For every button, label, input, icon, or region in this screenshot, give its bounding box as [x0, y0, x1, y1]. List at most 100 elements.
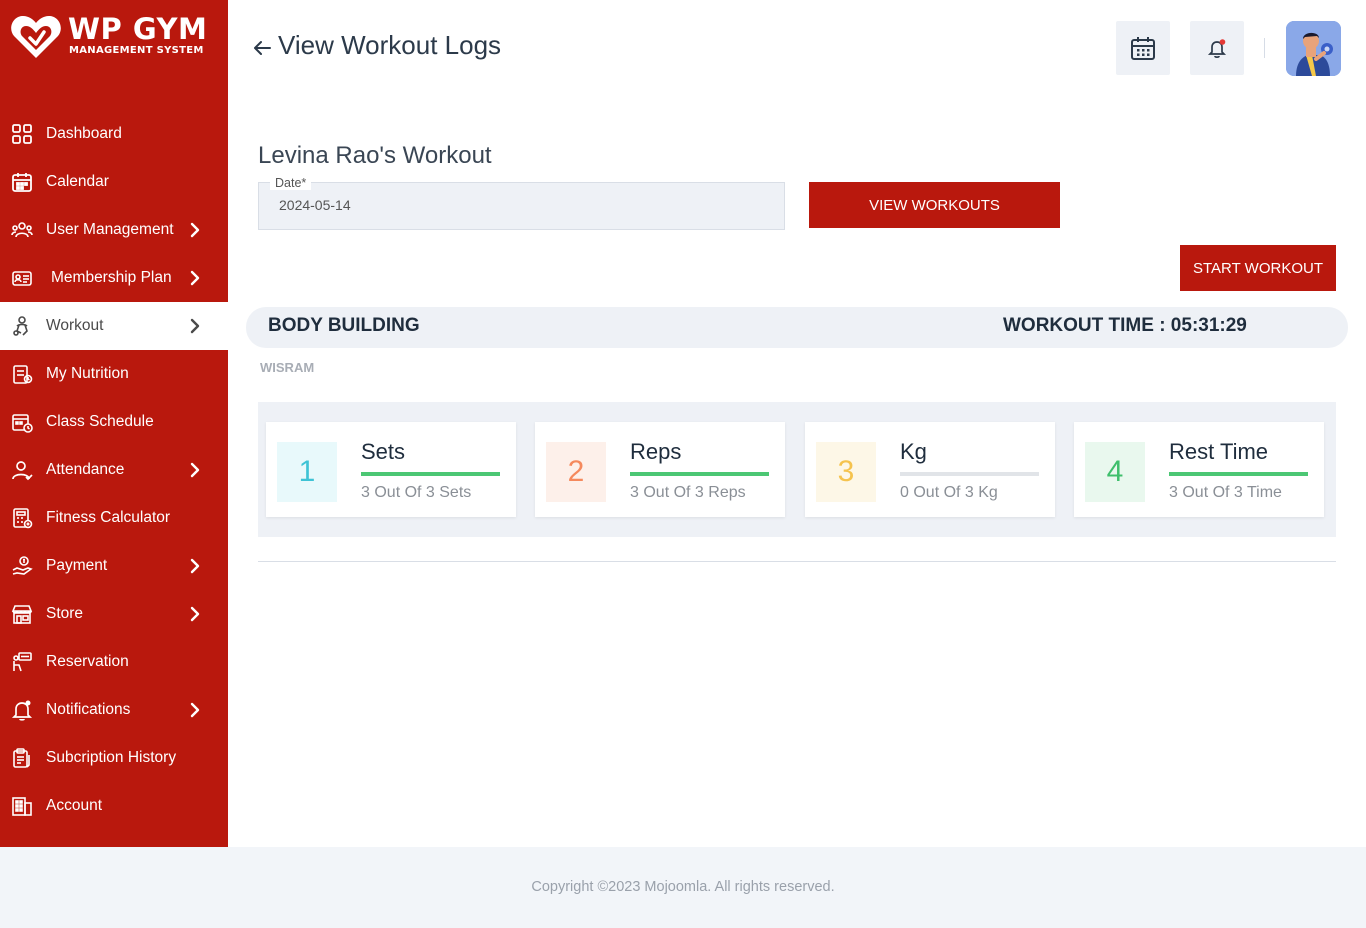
sidebar-item-label: Calendar — [46, 173, 109, 190]
class-schedule-icon — [12, 414, 33, 433]
start-workout-button[interactable]: START WORKOUT — [1180, 245, 1336, 291]
sidebar-item-workout[interactable]: Workout — [0, 302, 228, 350]
store-icon — [11, 605, 33, 624]
stat-title: Rest Time — [1169, 439, 1269, 464]
sidebar-item-label: Notifications — [46, 701, 131, 718]
users-gear-icon — [11, 222, 33, 238]
stat-value: 0 Out Of 3 Kg — [900, 484, 998, 501]
sidebar-item-label: Attendance — [46, 461, 125, 478]
chevron-right-icon — [190, 606, 200, 622]
stat-value: 3 Out Of 3 Time — [1169, 484, 1282, 501]
sidebar-item-account[interactable]: Account — [0, 782, 228, 830]
brand-logo[interactable]: WP GYM MANAGEMENT SYSTEM — [10, 12, 220, 64]
workout-icon — [13, 316, 28, 336]
sidebar-item-payment[interactable]: Payment — [0, 542, 228, 590]
membership-card-icon — [12, 271, 32, 286]
sidebar-item-dashboard[interactable]: Dashboard — [0, 110, 228, 158]
exercise-label: WISRAM — [260, 360, 315, 375]
copyright-text: Copyright ©2023 Mojoomla. All rights res… — [531, 879, 835, 895]
stat-progress-fill — [1169, 472, 1308, 476]
stat-number: 1 — [277, 442, 337, 502]
bell-icon — [1207, 39, 1227, 58]
stat-value: 3 Out Of 3 Sets — [361, 484, 472, 501]
stat-card-reps: 2 Reps 3 Out Of 3 Reps — [535, 422, 785, 517]
content-divider — [258, 561, 1336, 562]
back-arrow-icon[interactable] — [251, 37, 273, 59]
heart-logo-icon — [11, 15, 61, 59]
stat-title: Kg — [900, 439, 927, 464]
sidebar-item-my-nutrition[interactable]: My Nutrition — [0, 350, 228, 398]
user-avatar[interactable] — [1286, 21, 1341, 76]
date-value: 2024-05-14 — [279, 197, 351, 213]
sidebar-item-label: Workout — [46, 317, 104, 334]
stat-card-sets: 1 Sets 3 Out Of 3 Sets — [266, 422, 516, 517]
sidebar-item-label: Subcription History — [46, 749, 177, 766]
sidebar-item-calendar[interactable]: Calendar — [0, 158, 228, 206]
avatar-person-icon — [1286, 21, 1341, 76]
sidebar-item-label: Account — [46, 797, 103, 814]
sidebar-item-label: Dashboard — [46, 125, 122, 142]
sidebar-item-label: Fitness Calculator — [46, 509, 171, 526]
sidebar-item-user-management[interactable]: User Management — [0, 206, 228, 254]
stat-card-rest-time: 4 Rest Time 3 Out Of 3 Time — [1074, 422, 1324, 517]
notifications-button[interactable] — [1190, 21, 1244, 75]
sidebar-item-label: Store — [46, 605, 84, 622]
calendar-button[interactable] — [1116, 21, 1170, 75]
stat-progress-bar — [1169, 472, 1308, 476]
sidebar-item-label: Class Schedule — [46, 413, 154, 430]
header-divider — [1264, 38, 1265, 58]
sidebar-item-attendance[interactable]: Attendance — [0, 446, 228, 494]
stat-number: 2 — [546, 442, 606, 502]
workout-time: WORKOUT TIME : 05:31:29 — [1003, 315, 1247, 336]
stat-title: Sets — [361, 439, 406, 464]
stat-progress-bar — [900, 472, 1039, 476]
stat-card-kg: 3 Kg 0 Out Of 3 Kg — [805, 422, 1055, 517]
workout-stats: 1 Sets 3 Out Of 3 Sets 2 Reps 3 Out Of 3… — [258, 402, 1336, 537]
dashboard-grid-icon — [12, 124, 32, 144]
chevron-right-icon — [190, 702, 200, 718]
footer: Copyright ©2023 Mojoomla. All rights res… — [0, 847, 1366, 928]
chevron-right-icon — [190, 462, 200, 478]
workout-header-bar: BODY BUILDING WORKOUT TIME : 05:31:29 — [246, 307, 1348, 348]
calendar-icon — [1131, 37, 1155, 60]
date-field[interactable]: 2024-05-14 — [258, 182, 785, 230]
sidebar-menu: Dashboard Calendar User Management Membe… — [0, 110, 228, 830]
payment-hand-icon — [12, 556, 33, 575]
calendar-icon — [12, 173, 32, 192]
date-field-label: Date* — [270, 176, 312, 190]
stat-number: 3 — [816, 442, 876, 502]
chevron-right-icon — [190, 222, 200, 238]
stat-progress-bar — [361, 472, 500, 476]
sidebar: WP GYM MANAGEMENT SYSTEM Dashboard Calen… — [0, 0, 228, 847]
sidebar-item-membership-plan[interactable]: Membership Plan — [0, 254, 228, 302]
sidebar-item-label: Membership Plan — [51, 269, 172, 286]
chevron-right-icon — [190, 270, 200, 286]
chevron-right-icon — [190, 558, 200, 574]
stat-value: 3 Out Of 3 Reps — [630, 484, 746, 501]
calculator-icon — [13, 508, 33, 529]
sidebar-item-label: My Nutrition — [46, 365, 129, 382]
view-workouts-button[interactable]: VIEW WORKOUTS — [809, 182, 1060, 228]
sidebar-item-label: Payment — [46, 557, 108, 574]
attendance-user-icon — [12, 461, 33, 481]
brand-title: WP GYM — [68, 12, 208, 46]
stat-number: 4 — [1085, 442, 1145, 502]
page-title: View Workout Logs — [278, 30, 502, 60]
stat-title: Reps — [630, 439, 682, 464]
sidebar-item-subscription-history[interactable]: Subcription History — [0, 734, 228, 782]
bell-icon — [11, 700, 33, 721]
subscription-history-icon — [13, 748, 30, 768]
stat-progress-fill — [630, 472, 769, 476]
sidebar-item-class-schedule[interactable]: Class Schedule — [0, 398, 228, 446]
sidebar-item-fitness-calculator[interactable]: Fitness Calculator — [0, 494, 228, 542]
member-workout-title: Levina Rao's Workout — [258, 142, 492, 169]
sidebar-item-store[interactable]: Store — [0, 590, 228, 638]
workout-name: BODY BUILDING — [268, 315, 420, 336]
reservation-icon — [13, 652, 32, 672]
nutrition-icon — [13, 365, 33, 384]
sidebar-item-label: User Management — [46, 221, 174, 238]
sidebar-item-notifications[interactable]: Notifications — [0, 686, 228, 734]
sidebar-item-reservation[interactable]: Reservation — [0, 638, 228, 686]
account-building-icon — [12, 797, 32, 816]
brand-subtitle: MANAGEMENT SYSTEM — [69, 45, 204, 56]
